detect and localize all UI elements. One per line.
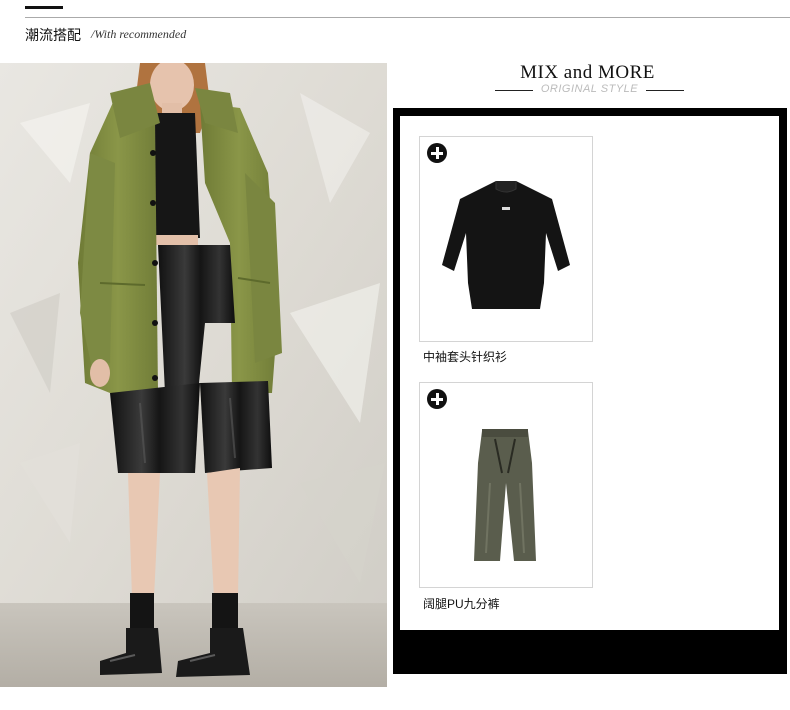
top-divider xyxy=(25,17,790,18)
top-accent-bar xyxy=(25,6,63,9)
plus-circle-icon[interactable] xyxy=(427,143,447,163)
product-card-knit-top[interactable] xyxy=(419,136,593,342)
product-name-pu-pants[interactable]: 阔腿PU九分裤 xyxy=(423,595,500,612)
plus-circle-icon[interactable] xyxy=(427,389,447,409)
product-card-pu-pants[interactable] xyxy=(419,382,593,588)
product-image-pu-pants xyxy=(474,429,536,561)
product-name-knit-top[interactable]: 中袖套头针织衫 xyxy=(423,348,507,365)
mix-subtitle: ORIGINAL STYLE xyxy=(540,83,639,95)
model-photo xyxy=(0,63,387,687)
mix-divider-right xyxy=(646,90,684,91)
section-subtitle: /With recommended xyxy=(91,27,187,41)
mix-divider-left xyxy=(495,90,533,91)
mix-title: MIX and MORE xyxy=(520,62,655,83)
section-title: 潮流搭配 xyxy=(25,27,81,43)
product-image-knit-top xyxy=(442,181,570,309)
